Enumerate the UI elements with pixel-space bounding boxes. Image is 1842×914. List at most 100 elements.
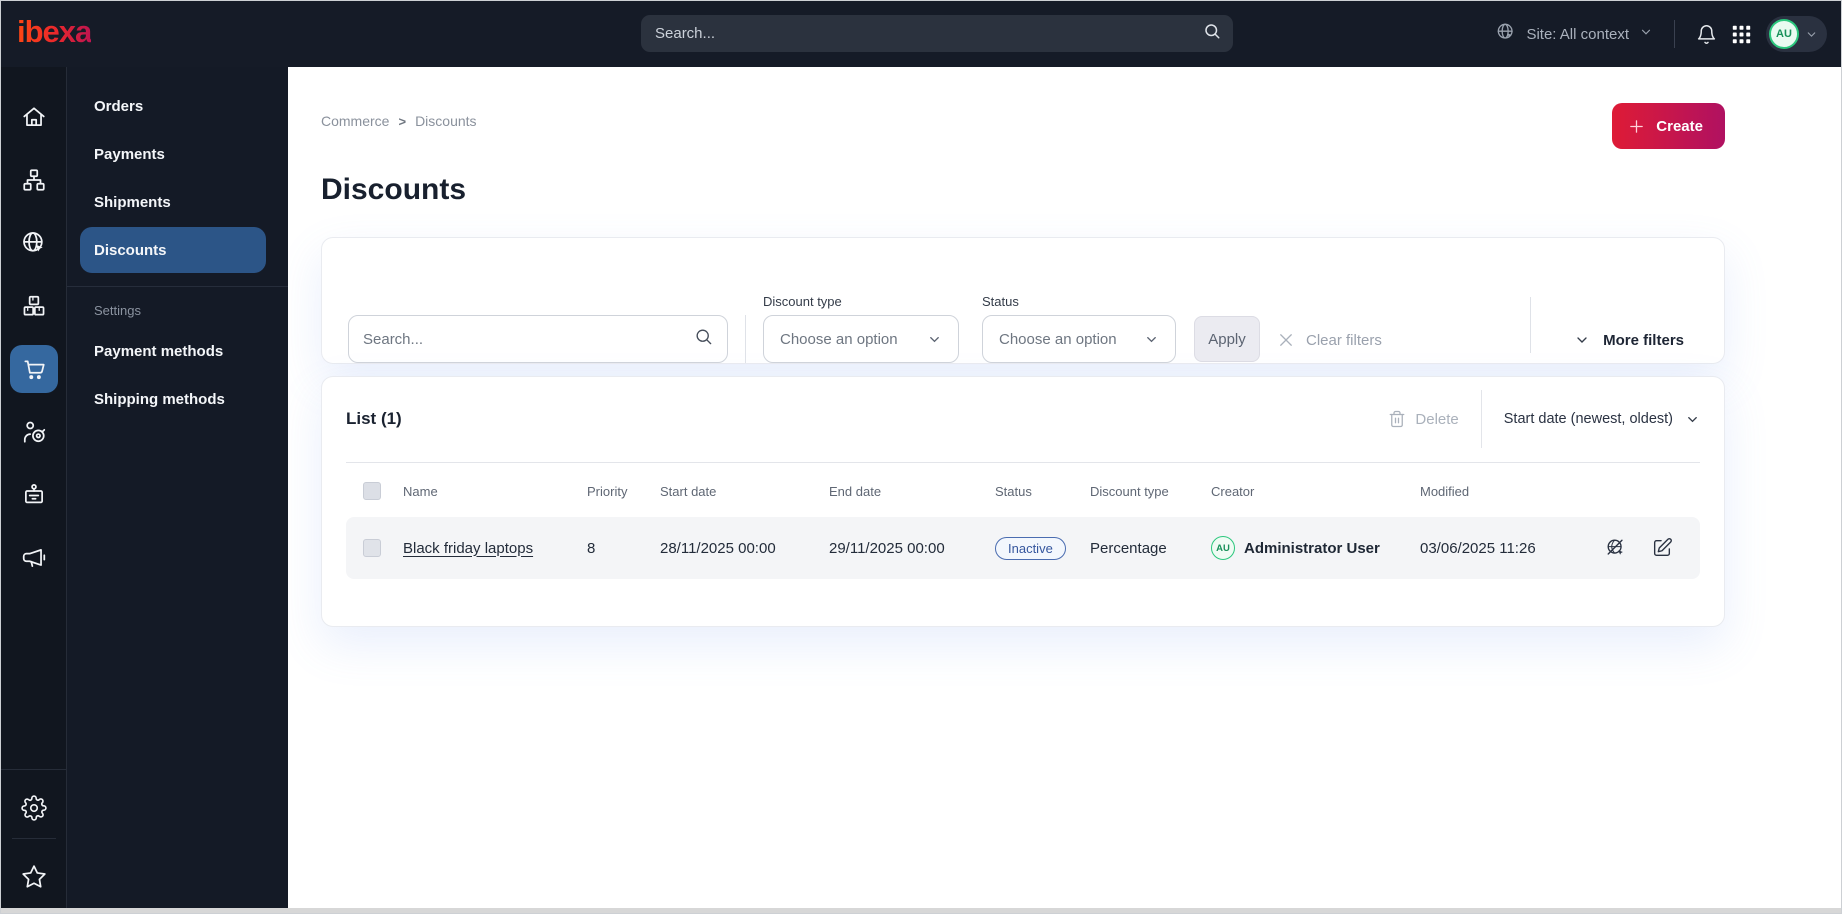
customer-target-icon [23, 421, 45, 443]
site-context-label: Site: All context [1526, 25, 1629, 43]
cell-creator: AU Administrator User [1211, 536, 1420, 560]
ibexa-logo[interactable]: ibexa [17, 16, 92, 53]
edit-icon [1653, 538, 1672, 557]
avatar: AU [1769, 19, 1799, 49]
chevron-down-icon [1688, 416, 1697, 422]
product-boxes-icon [23, 295, 44, 316]
sidebar-item-products[interactable] [10, 282, 58, 330]
search-icon[interactable] [694, 327, 713, 351]
sidebar-item-customers[interactable] [10, 408, 58, 456]
discount-type-select[interactable]: Choose an option [763, 315, 959, 363]
filter-divider [1530, 296, 1532, 353]
megaphone-icon [22, 549, 45, 567]
edit-button[interactable] [1651, 537, 1673, 559]
column-header-discount-type: Discount type [1090, 483, 1169, 499]
chevron-down-icon [1807, 31, 1816, 37]
row-actions [1605, 537, 1701, 559]
status-filter: Status Choose an option [982, 294, 1194, 363]
chevron-down-icon [1639, 25, 1653, 43]
table-header-row: Name Priority Start date End date Status… [346, 481, 1700, 501]
nav-item-payment-methods[interactable]: Payment methods [80, 328, 266, 374]
bell-icon [1697, 24, 1716, 44]
filter-search[interactable] [348, 315, 728, 363]
clear-filters-button[interactable]: Clear filters [1277, 317, 1382, 363]
nav-divider [67, 286, 288, 287]
filters-card: Discount type Choose an option Status Ch… [321, 237, 1725, 364]
discount-name-link[interactable]: Black friday laptops [403, 540, 533, 557]
creator-name: Administrator User [1244, 539, 1380, 557]
sidebar-item-commerce[interactable] [9, 345, 58, 393]
nav-item-shipments[interactable]: Shipments [80, 179, 266, 225]
search-icon[interactable] [1203, 22, 1221, 45]
user-menu-button[interactable]: AU [1766, 16, 1827, 52]
column-header-status: Status [995, 483, 1032, 499]
nav-item-payments[interactable]: Payments [80, 131, 266, 177]
sidebar-divider [0, 769, 67, 770]
grid-icon [1732, 25, 1751, 43]
app-switcher-button[interactable] [1732, 25, 1751, 44]
discounts-list-card: List (1) Delete Start date (newest, olde… [321, 376, 1725, 627]
chevron-down-icon [1577, 337, 1587, 343]
list-header-actions: Delete Start date (newest, oldest) [1388, 390, 1700, 448]
sidebar-item-personnel[interactable] [10, 471, 58, 519]
create-button[interactable]: Create [1612, 103, 1725, 149]
status-badge: Inactive [995, 536, 1066, 560]
breadcrumb-commerce[interactable]: Commerce [321, 113, 389, 129]
star-icon [21, 865, 46, 888]
nav-item-shipping-methods[interactable]: Shipping methods [80, 376, 266, 422]
discount-type-value: Choose an option [780, 330, 898, 348]
globe-cursor-icon [1496, 22, 1516, 46]
globe-cursor-icon [22, 232, 43, 252]
sort-label: Start date (newest, oldest) [1503, 411, 1673, 427]
sidebar-item-favorites[interactable] [10, 853, 58, 901]
global-search-input[interactable] [641, 25, 1203, 42]
nav-settings-label: Settings [94, 303, 141, 318]
shopping-cart-icon [23, 360, 45, 380]
global-search[interactable] [641, 15, 1233, 52]
cell-start-date: 28/11/2025 00:00 [660, 539, 776, 557]
trash-icon [1390, 410, 1405, 428]
preview-disabled-button[interactable] [1605, 537, 1627, 559]
sidebar-item-settings[interactable] [10, 784, 58, 832]
chevron-down-icon [1147, 336, 1156, 342]
site-context-switcher[interactable]: Site: All context [1496, 22, 1653, 46]
status-select[interactable]: Choose an option [982, 315, 1176, 363]
select-all-checkbox[interactable] [363, 482, 381, 500]
icon-sidebar [0, 67, 67, 913]
filter-divider [745, 315, 746, 363]
page-title: Discounts [321, 173, 467, 206]
column-header-priority: Priority [587, 483, 628, 499]
column-header-end-date: End date [829, 483, 882, 499]
sidebar-item-home[interactable] [10, 93, 58, 141]
column-header-name: Name [403, 483, 438, 499]
table-row: Black friday laptops 8 28/11/2025 00:00 … [346, 517, 1700, 579]
apply-button[interactable]: Apply [1194, 316, 1260, 362]
list-header-divider [1480, 390, 1482, 448]
list-header: List (1) Delete Start date (newest, olde… [346, 390, 1700, 448]
delete-button[interactable]: Delete [1388, 410, 1459, 428]
main-content: Commerce > Discounts Create Discounts Se… [288, 67, 1841, 913]
more-filters-label: More filters [1603, 331, 1684, 349]
sidebar-item-marketing[interactable] [10, 534, 58, 582]
nav-item-orders[interactable]: Orders [80, 83, 266, 129]
home-icon [22, 107, 45, 126]
more-filters-button[interactable]: More filters [1574, 317, 1684, 363]
avatar: AU [1211, 536, 1235, 560]
row-checkbox[interactable] [363, 539, 381, 557]
breadcrumb-discounts[interactable]: Discounts [415, 113, 476, 129]
sidebar-item-site[interactable] [10, 219, 58, 267]
gear-icon [20, 795, 47, 821]
sidebar-item-content-tree[interactable] [10, 156, 58, 204]
plus-icon [1630, 119, 1644, 133]
sort-select[interactable]: Start date (newest, oldest) [1504, 411, 1700, 427]
nav-item-discounts[interactable]: Discounts [80, 227, 266, 273]
badge-icon [24, 484, 43, 504]
list-title: List (1) [346, 409, 402, 428]
app-window: ibexa Site: All context [0, 0, 1842, 914]
filter-search-input[interactable] [349, 330, 694, 348]
status-label: Status [982, 294, 1019, 309]
commerce-nav-panel: Orders Payments Shipments Discounts Sett… [67, 67, 288, 913]
notifications-button[interactable] [1696, 24, 1717, 45]
globe-slash-icon [1607, 539, 1623, 555]
create-button-label: Create [1656, 117, 1703, 135]
